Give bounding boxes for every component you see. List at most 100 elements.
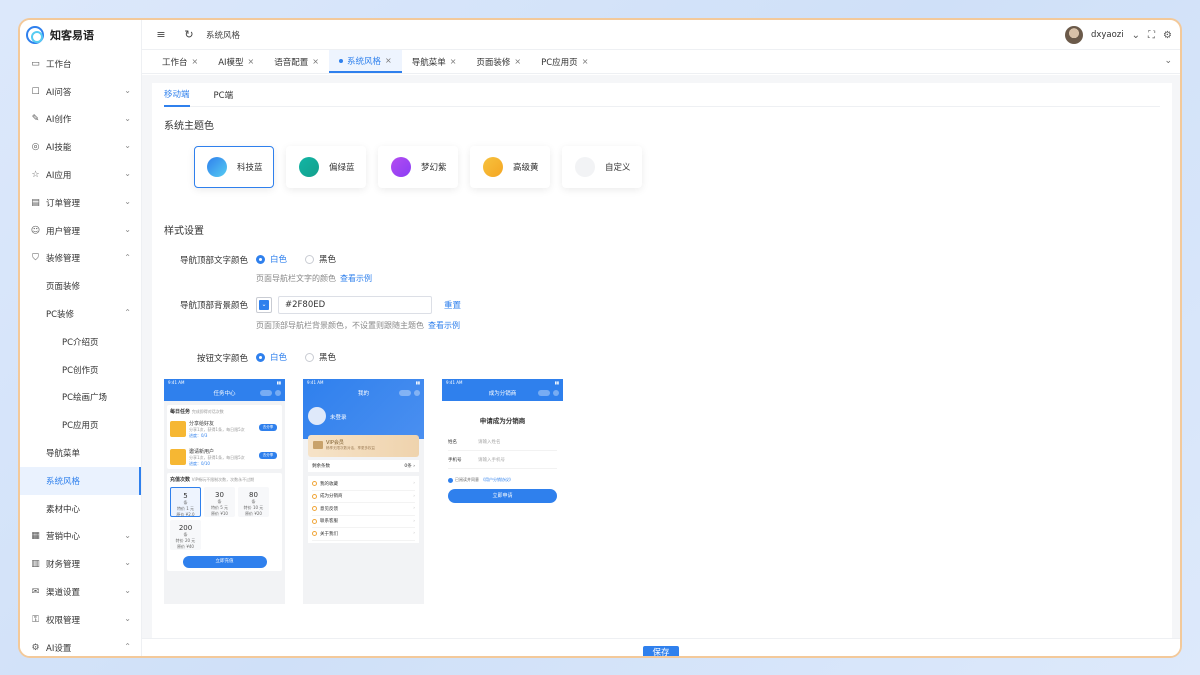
tab-mobile[interactable]: 移动端	[164, 83, 190, 107]
tab-label: PC应用页	[541, 57, 578, 68]
tab-label: 导航菜单	[411, 57, 446, 68]
menu-toggle-icon[interactable]: ≡	[152, 28, 170, 41]
monitor-icon: ▭	[31, 58, 40, 69]
sidebar-item[interactable]: ✉ 渠道设置 ⌄	[20, 578, 141, 606]
sidebar-item[interactable]: 导航菜单	[20, 439, 141, 467]
sidebar-item[interactable]: ▦ 营销中心 ⌄	[20, 523, 141, 551]
radio-circle	[256, 254, 265, 264]
profile-item: 意见反馈 ›	[312, 503, 415, 516]
sidebar-item[interactable]: PC装修 ⌃	[20, 300, 141, 328]
times-value: 0条 ›	[404, 464, 415, 469]
color-swatch	[391, 157, 411, 177]
phone-header: 9:41 AM ▮▮ 我的 未登录	[303, 379, 424, 439]
save-button[interactable]: 保存	[643, 646, 679, 656]
close-icon[interactable]: ×	[192, 57, 199, 66]
sidebar-item[interactable]: ✎ AI创作 ⌄	[20, 106, 141, 134]
tab-item[interactable]: 页面装修 ×	[466, 50, 531, 73]
theme-options: 科技蓝 偏绿蓝 梦幻紫 高级黄 自定义	[194, 146, 1160, 188]
sidebar-item[interactable]: PC应用页	[20, 411, 141, 439]
sidebar-item[interactable]: ⚙ AI设置 ⌃	[20, 634, 141, 656]
theme-option[interactable]: 偏绿蓝	[286, 146, 366, 188]
tab-item[interactable]: 工作台 ×	[152, 50, 208, 73]
tab-item[interactable]: 系统风格 ×	[328, 50, 402, 73]
username[interactable]: dxyaozi	[1091, 30, 1124, 40]
color-swatch	[207, 157, 227, 177]
recharge-subtitle: VIP畅玩不限制次数，次数永不过期	[191, 477, 255, 482]
reset-link[interactable]: 重置	[444, 299, 461, 311]
field-placeholder: 请输入手机号	[478, 457, 505, 463]
sidebar-item[interactable]: ☐ AI问答 ⌄	[20, 78, 141, 106]
close-icon[interactable]: ×	[312, 57, 319, 66]
sidebar-item-label: 财务管理	[46, 560, 81, 571]
sidebar-item[interactable]: ☺ 用户管理 ⌄	[20, 217, 141, 245]
more-icon	[538, 390, 550, 396]
nav-bg-color-label: 导航顶部背景颜色	[179, 301, 248, 311]
refresh-icon[interactable]: ↻	[180, 28, 198, 41]
btn-text-color-row: 按钮文字颜色 白色 黑色	[164, 349, 1160, 365]
chevron-down-icon[interactable]: ⌄	[1132, 30, 1140, 41]
sidebar-item[interactable]: ⛉ 装修管理 ⌃	[20, 245, 141, 273]
sidebar-item[interactable]: ☆ AI应用 ⌄	[20, 161, 141, 189]
sidebar: 知客易语 ▭ 工作台 ☐ AI问答 ⌄ ✎ AI创作 ⌄ ◎ AI技能 ⌄ ☆ AI应用 ⌄ ▤ 订单管理 ⌄ ☺…	[20, 20, 142, 656]
sidebar-item[interactable]: 系统风格	[20, 466, 141, 495]
color-picker-button[interactable]: ⌄	[256, 297, 272, 313]
sidebar-item[interactable]: PC绘画广场	[20, 384, 141, 412]
radio-circle	[305, 352, 315, 362]
radio-white[interactable]: 白色	[256, 351, 287, 363]
theme-label: 高级黄	[513, 163, 539, 173]
tab-pc[interactable]: PC端	[214, 83, 234, 107]
sidebar-item[interactable]: PC介绍页	[20, 328, 141, 356]
view-example-link[interactable]: 查看示例	[428, 321, 460, 330]
tab-item[interactable]: 导航菜单 ×	[402, 50, 467, 73]
sidebar-item[interactable]: ◎ AI技能 ⌄	[20, 133, 141, 161]
sidebar-item[interactable]: 页面装修	[20, 272, 141, 300]
sidebar-item[interactable]: 素材中心	[20, 495, 141, 523]
sidebar-item-label: 导航菜单	[46, 449, 81, 460]
radio-white[interactable]: 白色	[256, 253, 287, 265]
close-icon[interactable]: ×	[582, 57, 589, 66]
close-icon[interactable]: ×	[450, 57, 457, 66]
view-example-link[interactable]: 查看示例	[340, 274, 372, 283]
status-time: 9:41 AM	[307, 380, 324, 385]
brand-name: 知客易语	[50, 29, 94, 42]
radio-black[interactable]: 黑色	[305, 253, 336, 265]
close-icon[interactable]: ×	[248, 57, 255, 66]
sidebar-item[interactable]: ▥ 财务管理 ⌄	[20, 550, 141, 578]
tab-label: 页面装修	[476, 57, 511, 68]
close-icon[interactable]: ×	[385, 56, 392, 65]
invite-icon	[170, 449, 186, 465]
sidebar-item[interactable]: PC创作页	[20, 356, 141, 384]
sidebar-item[interactable]: ⚿ 权限管理 ⌄	[20, 606, 141, 634]
sidebar-item[interactable]: ▭ 工作台	[20, 50, 141, 78]
daily-subtitle: 完成即得对话次数	[191, 409, 224, 414]
theme-option[interactable]: 高级黄	[470, 146, 550, 188]
brand[interactable]: 知客易语	[20, 20, 141, 50]
main-content: 移动端 PC端 系统主题色 科技蓝 偏绿蓝 梦幻紫 高级黄 自定义 样式设置 导航顶部文…	[142, 75, 1180, 656]
profile-menu: 我的收藏 › 成为分销商 › 意见反馈 › 联系客服 › 关于我们 ›	[308, 476, 419, 543]
radio-circle	[305, 254, 315, 264]
chevron-right-icon: ›	[413, 481, 415, 487]
phone-header: 9:41 AM ▮▮ 任务中心	[164, 379, 285, 401]
theme-option[interactable]: 梦幻紫	[378, 146, 458, 188]
tab-item[interactable]: PC应用页 ×	[531, 50, 598, 73]
theme-option[interactable]: 自定义	[562, 146, 642, 188]
tab-item[interactable]: AI模型 ×	[208, 50, 264, 73]
tab-item[interactable]: 语音配置 ×	[264, 50, 329, 73]
lock-icon: ⚿	[32, 614, 39, 625]
star-icon: ☆	[31, 170, 40, 181]
fullscreen-icon[interactable]: ⛶	[1148, 30, 1155, 41]
theme-option[interactable]: 科技蓝	[194, 146, 274, 188]
gear-icon[interactable]: ⚙	[1163, 30, 1172, 41]
color-hex-input[interactable]	[278, 296, 432, 314]
chevron-down-icon[interactable]: ⌄	[1164, 56, 1172, 66]
package-unit: 条	[183, 532, 188, 537]
avatar[interactable]	[1064, 26, 1083, 44]
chevron-down-icon: ⌄	[124, 613, 131, 623]
hint-label: 页面导航栏文字的颜色	[256, 274, 336, 283]
close-icon[interactable]: ×	[514, 57, 521, 66]
radio-label: 白色	[270, 255, 288, 265]
radio-black[interactable]: 黑色	[305, 351, 336, 363]
logo-icon	[26, 26, 44, 44]
sidebar-item[interactable]: ▤ 订单管理 ⌄	[20, 189, 141, 217]
item-icon	[312, 518, 317, 524]
